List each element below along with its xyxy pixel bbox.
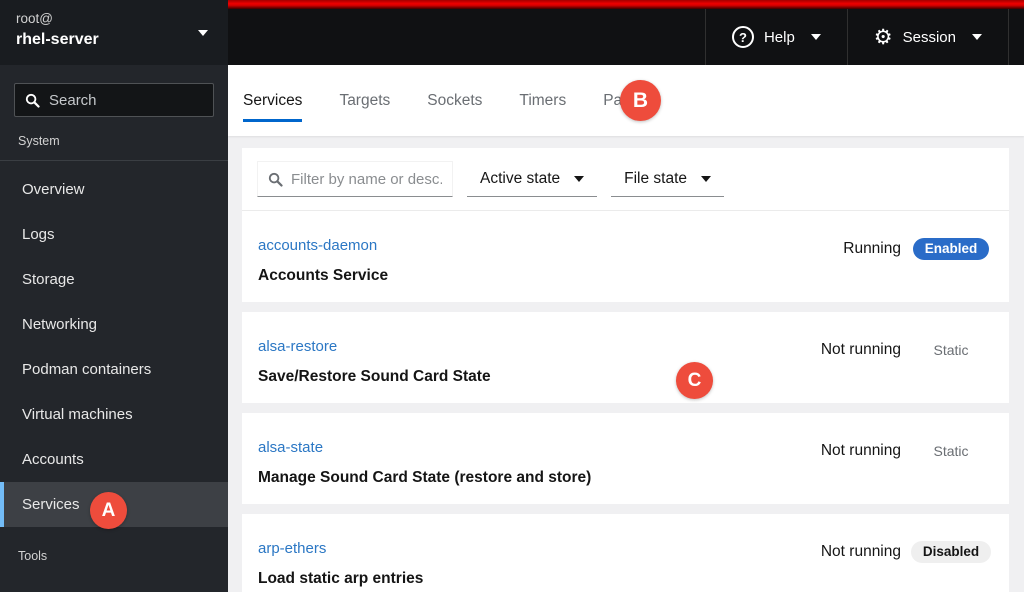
sidebar-section-system: System [0,117,228,161]
session-label: Session [902,28,956,46]
file-state-select[interactable]: File state [611,161,725,197]
annotation-badge-c: C [676,362,713,399]
tab-targets[interactable]: Targets [339,92,390,122]
chevron-down-icon [198,30,208,36]
sidebar-item-overview[interactable]: Overview [0,167,228,212]
chevron-down-icon [574,175,585,182]
annotation-badge-b: B [620,80,661,121]
service-state-badge: Enabled [912,238,990,260]
masthead-utilities: ? Help ⚙ Session [704,9,1009,65]
file-state-label: File state [624,169,688,187]
services-list-card: Active state File state accounts-daemon … [242,148,1009,302]
service-name-link[interactable]: arp-ethers [258,540,326,557]
tab-services[interactable]: Services [243,92,303,122]
service-row-arp-ethers[interactable]: arp-ethers Load static arp entries Not r… [242,514,1009,592]
service-state-box: Static [909,339,993,361]
filter-toolbar: Active state File state [242,148,1009,211]
services-list-card: alsa-state Manage Sound Card State (rest… [242,413,1009,504]
service-description: Load static arp entries [258,570,424,587]
active-state-label: Active state [480,169,561,187]
active-state-select[interactable]: Active state [467,161,598,197]
services-list-card: arp-ethers Load static arp entries Not r… [242,514,1009,592]
sidebar-item-accounts[interactable]: Accounts [0,437,228,482]
service-name-link[interactable]: alsa-state [258,439,323,456]
service-row-alsa-state[interactable]: alsa-state Manage Sound Card State (rest… [242,413,1009,504]
service-status-area: Running Enabled [843,237,993,285]
service-status-area: Not running Static [821,338,993,386]
sidebar-nav: Overview Logs Storage Networking Podman … [0,161,228,527]
service-status: Not running [820,442,901,459]
service-state-box: Static [909,440,993,462]
chevron-down-icon [810,34,821,40]
service-row-alsa-restore[interactable]: alsa-restore Save/Restore Sound Card Sta… [242,312,1009,403]
service-status: Not running [820,543,901,560]
search-icon [268,172,283,187]
sidebar-item-virtual-machines[interactable]: Virtual machines [0,392,228,437]
service-description: Manage Sound Card State (restore and sto… [258,469,592,486]
service-state-box: Disabled [909,541,993,563]
sidebar-search[interactable] [14,83,214,117]
host-user: root@ [16,11,53,26]
host-name: rhel-server [16,31,99,48]
host-switcher[interactable]: root@ rhel-server [0,0,228,65]
help-label: Help [763,28,795,46]
service-state-badge: Disabled [910,541,992,563]
services-list-card: alsa-restore Save/Restore Sound Card Sta… [242,312,1009,403]
service-state-box: Enabled [909,238,993,260]
sidebar-item-logs[interactable]: Logs [0,212,228,257]
help-icon: ? [731,26,754,48]
cockpit-window: root@ rhel-server System Overview Logs S… [0,0,1024,592]
masthead: ? Help ⚙ Session [228,0,1024,65]
help-menu[interactable]: ? Help [704,9,847,65]
sidebar-section-tools: Tools [18,549,48,563]
sidebar-item-podman-containers[interactable]: Podman containers [0,347,228,392]
service-row-accounts-daemon[interactable]: accounts-daemon Accounts Service Running… [242,211,1009,302]
tab-sockets[interactable]: Sockets [427,92,482,122]
gear-icon: ⚙ [873,24,893,49]
top-accent-bar [228,0,1024,9]
sidebar-item-networking[interactable]: Networking [0,302,228,347]
main-content: Services Targets Sockets Timers Paths [228,65,1024,592]
service-info: alsa-state Manage Sound Card State (rest… [258,439,591,487]
service-status-area: Not running Disabled [821,540,993,588]
service-state-text: Static [933,342,969,358]
sidebar-search-input[interactable] [49,91,203,109]
search-icon [25,93,40,108]
service-info: accounts-daemon Accounts Service [258,237,388,285]
chevron-down-icon [972,34,982,40]
services-page: Active state File state accounts-daemon … [228,136,1024,592]
service-status: Not running [820,341,901,358]
annotation-badge-a: A [90,492,127,529]
service-status: Running [843,240,901,257]
sidebar-item-storage[interactable]: Storage [0,257,228,302]
chevron-down-icon [701,175,712,182]
service-description: Save/Restore Sound Card State [258,368,491,385]
service-description: Accounts Service [258,267,389,284]
filter-field[interactable] [257,161,453,197]
tab-timers[interactable]: Timers [519,92,566,122]
service-name-link[interactable]: accounts-daemon [258,237,377,254]
service-state-text: Static [933,443,969,459]
service-name-link[interactable]: alsa-restore [258,338,337,355]
service-status-area: Not running Static [821,439,993,487]
session-menu[interactable]: ⚙ Session [846,9,1009,65]
filter-input[interactable] [291,170,442,188]
service-info: alsa-restore Save/Restore Sound Card Sta… [258,338,491,386]
service-info: arp-ethers Load static arp entries [258,540,423,588]
